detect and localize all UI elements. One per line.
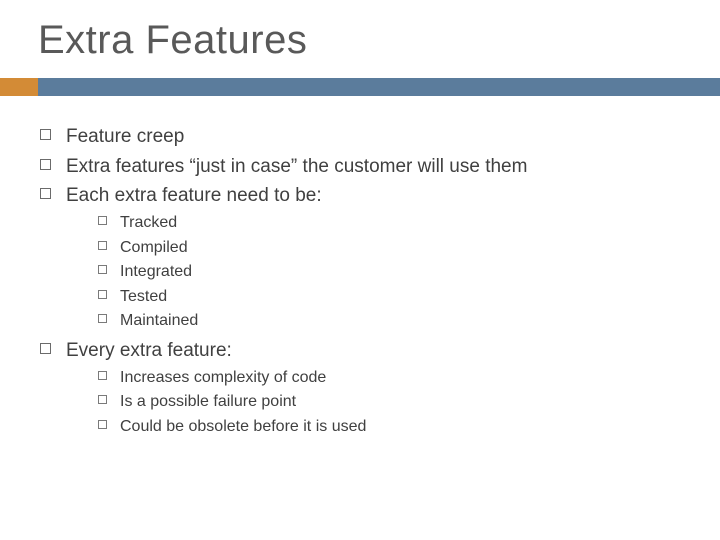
accent-bar-right (38, 78, 720, 96)
bullet-list: Feature creep Extra features “just in ca… (38, 124, 690, 437)
slide-title: Extra Features (38, 18, 720, 63)
sub-bullet-list: Increases complexity of code Is a possib… (66, 367, 690, 438)
list-item: Every extra feature: Increases complexit… (38, 338, 690, 437)
accent-bar-left (0, 78, 38, 96)
list-item: Feature creep (38, 124, 690, 150)
list-item: Increases complexity of code (96, 367, 690, 389)
list-item-text: Each extra feature need to be: (66, 185, 322, 206)
slide: Extra Features Feature creep Extra featu… (0, 0, 720, 540)
sub-bullet-list: Tracked Compiled Integrated Tested Maint… (66, 212, 690, 332)
list-item: Tracked (96, 212, 690, 234)
list-item: Each extra feature need to be: Tracked C… (38, 183, 690, 332)
content-area: Feature creep Extra features “just in ca… (38, 120, 690, 443)
title-area: Extra Features (0, 0, 720, 63)
list-item: Integrated (96, 261, 690, 283)
list-item: Maintained (96, 310, 690, 332)
list-item: Is a possible failure point (96, 391, 690, 413)
accent-bar (0, 78, 720, 96)
list-item: Could be obsolete before it is used (96, 416, 690, 438)
list-item-text: Every extra feature: (66, 340, 232, 361)
list-item: Compiled (96, 237, 690, 259)
list-item: Extra features “just in case” the custom… (38, 154, 690, 180)
list-item: Tested (96, 286, 690, 308)
